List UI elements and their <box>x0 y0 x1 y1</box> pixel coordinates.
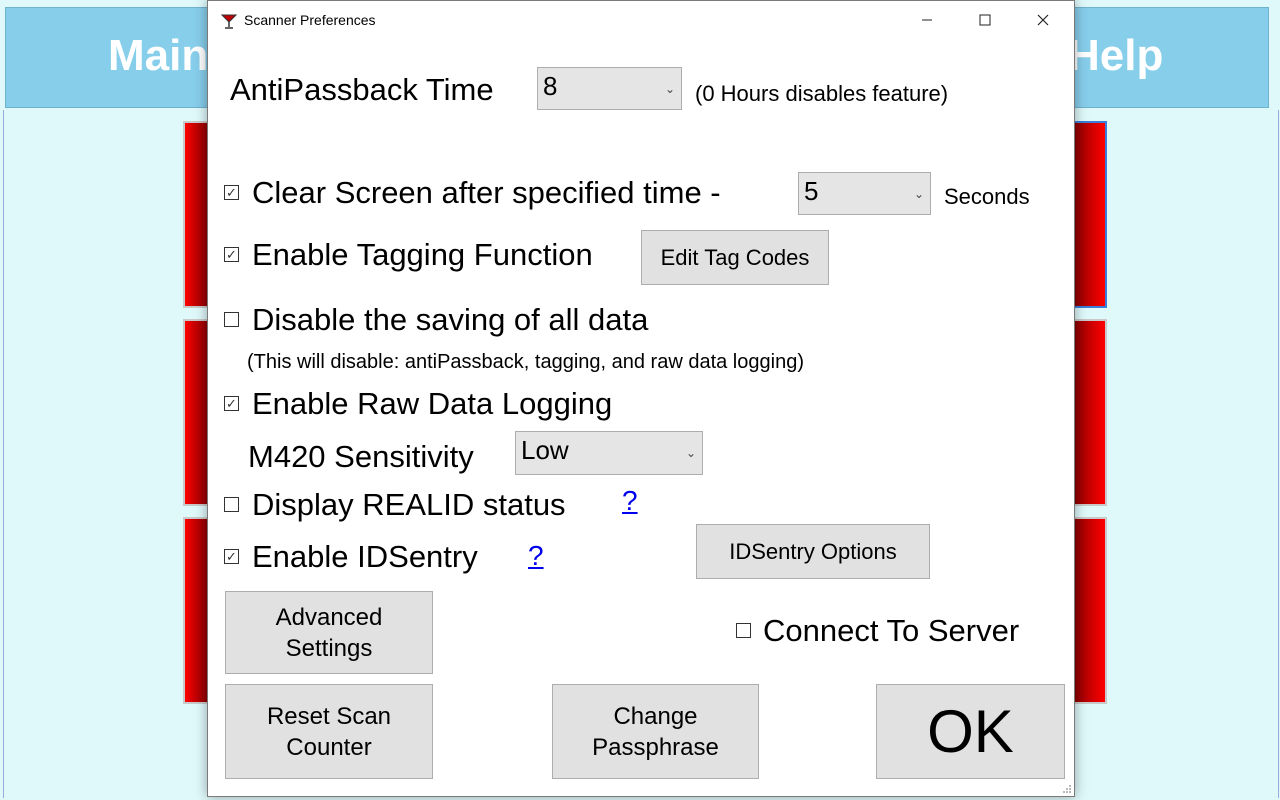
idsentry-options-button[interactable]: IDSentry Options <box>696 524 930 579</box>
sensitivity-label: M420 Sensitivity <box>248 439 474 474</box>
change-passphrase-button[interactable]: Change Passphrase <box>552 684 759 779</box>
realid-help-link[interactable]: ? <box>622 485 638 517</box>
seconds-label: Seconds <box>944 184 1030 209</box>
reset-scan-counter-button[interactable]: Reset Scan Counter <box>225 684 433 779</box>
clear-screen-label[interactable]: Clear Screen after specified time - <box>252 175 721 211</box>
resize-grip-icon[interactable] <box>1062 784 1072 794</box>
close-button[interactable] <box>1020 1 1066 39</box>
idsentry-checkbox[interactable]: ✓ <box>224 549 239 564</box>
realid-label[interactable]: Display REALID status <box>252 487 566 523</box>
help-tab-label[interactable]: Help <box>1068 31 1163 81</box>
right-tile-3[interactable] <box>1073 517 1107 704</box>
maximize-button[interactable] <box>962 1 1008 39</box>
idsentry-label[interactable]: Enable IDSentry <box>252 539 478 575</box>
edit-tag-codes-button[interactable]: Edit Tag Codes <box>641 230 829 285</box>
dialog-title: Scanner Preferences <box>244 12 376 28</box>
clear-screen-checkbox[interactable]: ✓ <box>224 185 239 200</box>
advanced-settings-line2: Settings <box>285 634 373 662</box>
change-passphrase-line2: Passphrase <box>592 733 719 761</box>
connect-server-label[interactable]: Connect To Server <box>763 613 1019 649</box>
sensitivity-value: Low <box>521 435 569 465</box>
ok-button[interactable]: OK <box>876 684 1065 779</box>
sensitivity-select[interactable]: Low ⌄ <box>515 431 703 475</box>
realid-checkbox[interactable] <box>224 497 239 512</box>
cocktail-glass-icon <box>220 12 238 30</box>
clear-screen-seconds-select[interactable]: 5 ⌄ <box>798 172 931 215</box>
raw-logging-label[interactable]: Enable Raw Data Logging <box>252 386 612 422</box>
advanced-settings-button[interactable]: Advanced Settings <box>225 591 433 674</box>
antipassback-hint: (0 Hours disables feature) <box>695 81 949 106</box>
chevron-down-icon: ⌄ <box>664 81 675 96</box>
close-icon <box>1037 14 1049 26</box>
chevron-down-icon: ⌄ <box>913 186 924 201</box>
reset-scan-line1: Reset Scan <box>266 702 392 730</box>
right-tile-2[interactable] <box>1073 319 1107 506</box>
minimize-button[interactable] <box>904 1 950 39</box>
scanner-preferences-dialog: Scanner Preferences AntiPassback Time 8 … <box>207 0 1075 797</box>
antipassback-value: 8 <box>543 71 558 101</box>
change-passphrase-line1: Change <box>613 702 698 730</box>
idsentry-help-link[interactable]: ? <box>528 540 544 572</box>
right-tile-1[interactable] <box>1073 121 1107 308</box>
disable-saving-label[interactable]: Disable the saving of all data <box>252 302 648 338</box>
tagging-checkbox[interactable]: ✓ <box>224 247 239 262</box>
antipassback-select[interactable]: 8 ⌄ <box>537 67 682 110</box>
dialog-titlebar[interactable]: Scanner Preferences <box>208 1 1074 39</box>
disable-saving-checkbox[interactable] <box>224 312 239 327</box>
connect-server-checkbox[interactable] <box>736 623 751 638</box>
main-tab-label[interactable]: Main <box>108 31 208 81</box>
chevron-down-icon: ⌄ <box>685 446 696 460</box>
minimize-icon <box>922 19 932 21</box>
raw-logging-checkbox[interactable]: ✓ <box>224 396 239 411</box>
maximize-icon <box>979 14 991 26</box>
antipassback-label: AntiPassback Time <box>230 72 494 107</box>
advanced-settings-line1: Advanced <box>275 603 383 631</box>
clear-screen-value: 5 <box>804 176 819 206</box>
reset-scan-line2: Counter <box>286 733 372 761</box>
tagging-label[interactable]: Enable Tagging Function <box>252 237 593 273</box>
disable-saving-note: (This will disable: antiPassback, taggin… <box>247 351 804 373</box>
